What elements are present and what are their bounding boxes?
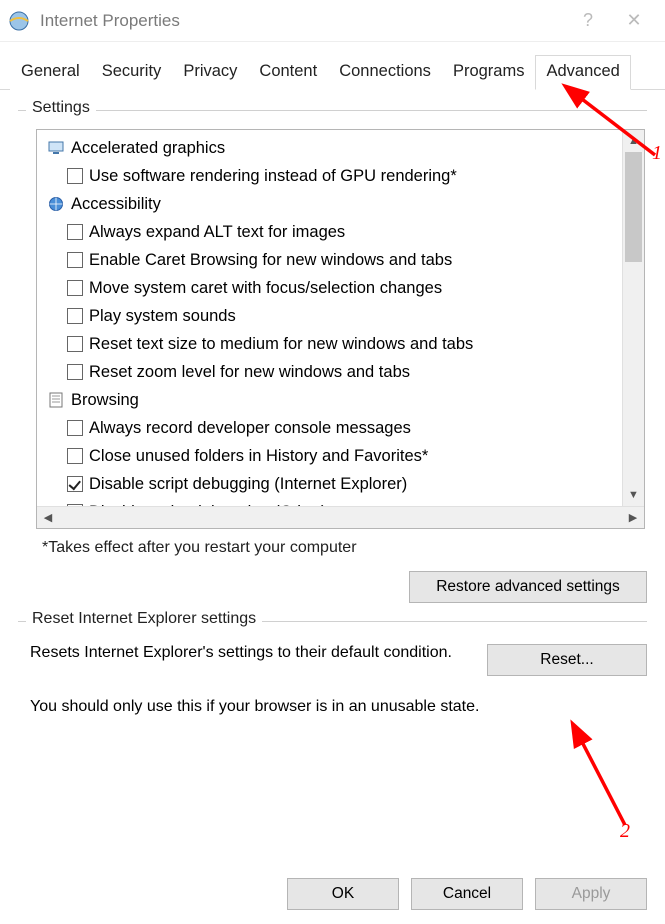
dialog-button-row: OK Cancel Apply <box>287 878 647 910</box>
setting-label: Play system sounds <box>89 304 236 328</box>
horizontal-scrollbar[interactable]: ◀ ▶ <box>37 506 644 528</box>
checkbox[interactable] <box>67 504 83 506</box>
scroll-up-icon[interactable]: ▲ <box>623 130 644 152</box>
group-accessibility[interactable]: Accessibility <box>37 190 644 218</box>
annotation-label-2: 2 <box>620 820 630 843</box>
setting-label: Disable script debugging (Other) <box>89 500 327 506</box>
setting-label: Use software rendering instead of GPU re… <box>89 164 457 188</box>
reset-legend: Reset Internet Explorer settings <box>26 610 262 628</box>
checkbox[interactable] <box>67 280 83 296</box>
apply-button[interactable]: Apply <box>535 878 647 910</box>
close-button[interactable]: ✕ <box>611 0 657 42</box>
restore-advanced-button[interactable]: Restore advanced settings <box>409 571 647 603</box>
checkbox[interactable] <box>67 168 83 184</box>
checkbox[interactable] <box>67 420 83 436</box>
checkbox[interactable] <box>67 308 83 324</box>
tab-security[interactable]: Security <box>91 55 173 90</box>
setting-item[interactable]: Enable Caret Browsing for new windows an… <box>37 246 644 274</box>
checkbox[interactable] <box>67 336 83 352</box>
checkbox[interactable] <box>67 448 83 464</box>
scroll-right-icon[interactable]: ▶ <box>622 507 644 528</box>
checkbox[interactable] <box>67 224 83 240</box>
setting-item[interactable]: Close unused folders in History and Favo… <box>37 442 644 470</box>
tab-programs[interactable]: Programs <box>442 55 536 90</box>
title-bar: Internet Properties ? ✕ <box>0 0 665 42</box>
cancel-button[interactable]: Cancel <box>411 878 523 910</box>
reset-description: Resets Internet Explorer's settings to t… <box>30 642 473 664</box>
help-button[interactable]: ? <box>565 0 611 42</box>
setting-item[interactable]: Reset zoom level for new windows and tab… <box>37 358 644 386</box>
tab-general[interactable]: General <box>10 55 91 90</box>
scroll-left-icon[interactable]: ◀ <box>37 507 59 528</box>
annotation-arrow-2 <box>565 730 665 844</box>
vertical-scrollbar[interactable]: ▲ ▼ <box>622 130 644 506</box>
setting-item[interactable]: Use software rendering instead of GPU re… <box>37 162 644 190</box>
scroll-down-icon[interactable]: ▼ <box>623 484 644 506</box>
ie-icon <box>8 10 30 32</box>
tab-connections[interactable]: Connections <box>328 55 442 90</box>
tab-privacy[interactable]: Privacy <box>172 55 248 90</box>
group-browsing[interactable]: Browsing <box>37 386 644 414</box>
scroll-thumb[interactable] <box>625 152 642 262</box>
setting-label: Enable Caret Browsing for new windows an… <box>89 248 452 272</box>
setting-item[interactable]: Reset text size to medium for new window… <box>37 330 644 358</box>
tab-content: Settings Accelerated graphics Use softwa… <box>0 90 665 718</box>
setting-item[interactable]: Disable script debugging (Other) <box>37 498 644 506</box>
settings-legend: Settings <box>26 99 96 117</box>
setting-label: Always record developer console messages <box>89 416 411 440</box>
settings-tree[interactable]: Accelerated graphics Use software render… <box>36 129 645 529</box>
page-icon <box>47 391 65 409</box>
setting-item[interactable]: Always record developer console messages <box>37 414 644 442</box>
setting-item[interactable]: Play system sounds <box>37 302 644 330</box>
setting-item[interactable]: Disable script debugging (Internet Explo… <box>37 470 644 498</box>
checkbox[interactable] <box>67 364 83 380</box>
setting-label: Move system caret with focus/selection c… <box>89 276 442 300</box>
group-label: Accelerated graphics <box>71 136 225 160</box>
group-label: Browsing <box>71 388 139 412</box>
ok-button[interactable]: OK <box>287 878 399 910</box>
setting-label: Reset zoom level for new windows and tab… <box>89 360 410 384</box>
group-label: Accessibility <box>71 192 161 216</box>
tab-advanced[interactable]: Advanced <box>535 55 630 90</box>
annotation-label-1: 1 <box>652 142 662 165</box>
tab-content[interactable]: Content <box>248 55 328 90</box>
settings-group: Settings Accelerated graphics Use softwa… <box>18 110 647 603</box>
globe-icon <box>47 195 65 213</box>
setting-item[interactable]: Move system caret with focus/selection c… <box>37 274 644 302</box>
setting-label: Disable script debugging (Internet Explo… <box>89 472 407 496</box>
reset-warning: You should only use this if your browser… <box>30 696 647 718</box>
tab-strip: General Security Privacy Content Connect… <box>0 42 665 90</box>
setting-item[interactable]: Always expand ALT text for images <box>37 218 644 246</box>
reset-button[interactable]: Reset... <box>487 644 647 676</box>
group-accelerated-graphics[interactable]: Accelerated graphics <box>37 134 644 162</box>
setting-label: Reset text size to medium for new window… <box>89 332 473 356</box>
checkbox[interactable] <box>67 476 83 492</box>
checkbox[interactable] <box>67 252 83 268</box>
setting-label: Always expand ALT text for images <box>89 220 345 244</box>
reset-group: Reset Internet Explorer settings Resets … <box>18 621 647 718</box>
monitor-icon <box>47 139 65 157</box>
window-title: Internet Properties <box>40 11 565 31</box>
settings-footnote: *Takes effect after you restart your com… <box>42 539 647 557</box>
scroll-htrack[interactable] <box>59 507 622 528</box>
setting-label: Close unused folders in History and Favo… <box>89 444 428 468</box>
scroll-track[interactable] <box>623 152 644 484</box>
